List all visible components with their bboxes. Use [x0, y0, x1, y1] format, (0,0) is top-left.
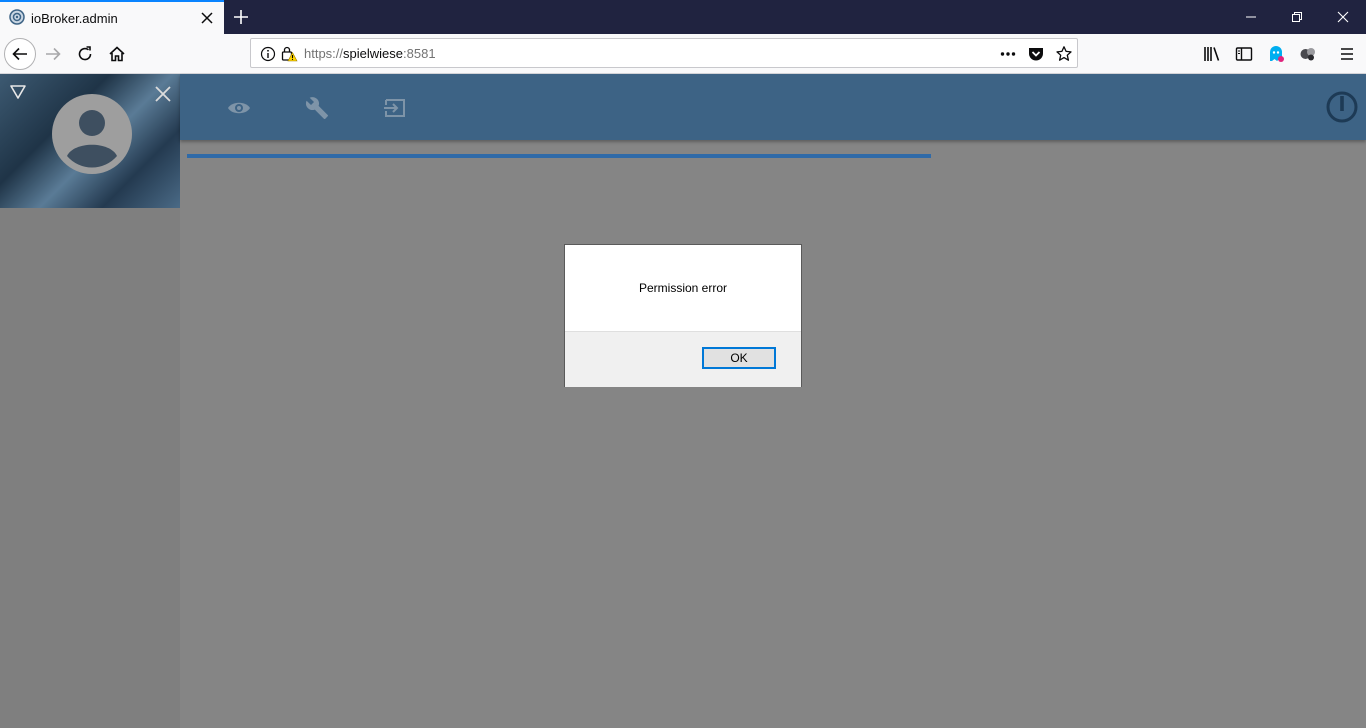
sidebar-close-icon[interactable]	[154, 85, 172, 103]
loading-progress-bar	[187, 154, 931, 158]
back-button[interactable]	[4, 38, 36, 70]
dialog-message: Permission error	[638, 281, 728, 295]
app-toolbar	[180, 74, 1366, 140]
home-button[interactable]	[101, 38, 133, 70]
address-bar[interactable]: https://spielwiese:8581	[250, 38, 1078, 68]
bookmark-star-icon[interactable]	[1055, 45, 1073, 63]
eye-icon[interactable]	[227, 96, 251, 120]
info-icon[interactable]	[260, 46, 276, 62]
user-avatar-icon	[52, 94, 132, 174]
url-text: https://spielwiese:8581	[304, 46, 436, 61]
forward-arrow-icon	[46, 47, 61, 61]
browser-navbar: https://spielwiese:8581	[0, 34, 1366, 74]
home-icon	[109, 46, 125, 62]
minimize-icon[interactable]	[1228, 0, 1274, 34]
iobroker-power-logo-icon[interactable]	[1325, 90, 1359, 124]
new-tab-icon[interactable]	[231, 7, 251, 27]
app-sidebar	[0, 74, 180, 728]
back-arrow-icon	[12, 47, 27, 61]
reload-icon	[78, 46, 92, 61]
extension-icon[interactable]	[1298, 44, 1318, 64]
library-icon[interactable]	[1202, 44, 1222, 64]
ghostery-extension-icon[interactable]	[1266, 44, 1286, 64]
iobroker-favicon-icon	[9, 9, 25, 25]
restore-icon[interactable]	[1274, 0, 1320, 34]
tab-title: ioBroker.admin	[31, 11, 118, 26]
wrench-icon[interactable]	[305, 96, 329, 120]
browser-tab[interactable]: ioBroker.admin	[0, 0, 224, 34]
url-port: :8581	[403, 46, 436, 61]
sidebar-toggle-icon[interactable]	[1234, 44, 1254, 64]
permission-error-dialog: Permission error OK	[564, 244, 802, 387]
insecure-lock-icon[interactable]	[280, 45, 298, 63]
url-scheme: https://	[304, 46, 344, 61]
reload-button[interactable]	[69, 38, 101, 70]
menu-hamburger-icon[interactable]	[1337, 44, 1357, 64]
browser-titlebar: ioBroker.admin	[0, 0, 1366, 34]
logout-icon[interactable]	[383, 96, 407, 120]
forward-button[interactable]	[37, 38, 69, 70]
dialog-footer: OK	[565, 331, 801, 387]
tab-close-icon[interactable]	[199, 10, 215, 26]
close-window-icon[interactable]	[1320, 0, 1366, 34]
sidebar-header	[0, 74, 180, 208]
collapse-triangle-icon[interactable]	[9, 84, 27, 100]
page-actions-icon[interactable]	[999, 45, 1017, 63]
pocket-icon[interactable]	[1027, 45, 1045, 63]
ok-button[interactable]: OK	[702, 347, 776, 369]
url-host: spielwiese	[343, 46, 404, 61]
